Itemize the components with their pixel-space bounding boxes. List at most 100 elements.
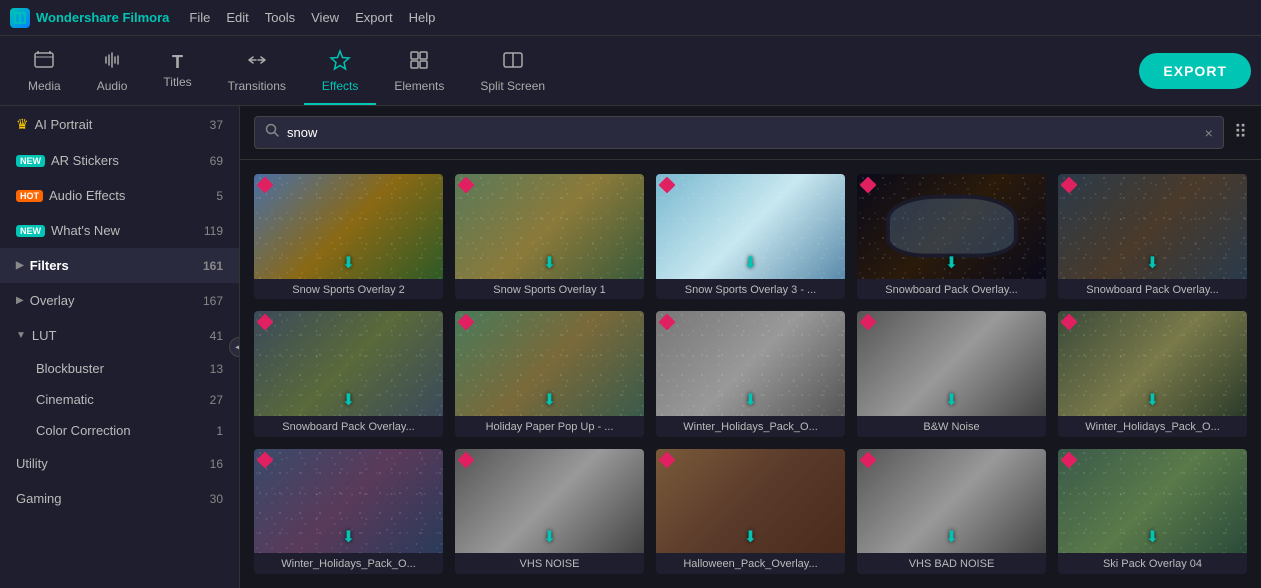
effect-name-e7: Holiday Paper Pop Up - ... xyxy=(455,416,644,437)
sidebar-item-ar-stickers[interactable]: NEW AR Stickers 69 xyxy=(0,143,239,178)
sidebar-item-lut[interactable]: ▼ LUT 41 xyxy=(0,318,239,353)
effect-thumb-e2: ⬇ xyxy=(455,174,644,279)
effect-card-e1[interactable]: ⬇ Snow Sports Overlay 2 xyxy=(254,174,443,299)
download-icon-e13: ⬇ xyxy=(744,527,757,547)
effect-name-e3: Snow Sports Overlay 3 - ... xyxy=(656,279,845,300)
search-clear-icon[interactable]: × xyxy=(1205,125,1213,141)
effect-name-e15: Ski Pack Overlay 04 xyxy=(1058,553,1247,574)
search-icon xyxy=(265,123,279,142)
menu-edit[interactable]: Edit xyxy=(226,10,248,25)
menu-file[interactable]: File xyxy=(189,10,210,25)
effect-thumb-e9: ⬇ xyxy=(857,311,1046,416)
effect-thumb-e14: ⬇ xyxy=(857,449,1046,554)
elements-icon xyxy=(408,49,430,75)
effect-card-e12[interactable]: ⬇ VHS NOISE xyxy=(455,449,644,574)
sidebar-sub-item-blockbuster[interactable]: Blockbuster 13 xyxy=(0,353,239,384)
effect-card-e14[interactable]: ⬇ VHS BAD NOISE xyxy=(857,449,1046,574)
menu-view[interactable]: View xyxy=(311,10,339,25)
toolbar: Media Audio T Titles Transitions Effects… xyxy=(0,36,1261,106)
effect-card-e9[interactable]: ⬇ B&W Noise xyxy=(857,311,1046,436)
download-icon-e10: ⬇ xyxy=(1146,390,1159,410)
sidebar-whats-new-count: 119 xyxy=(204,224,223,238)
toolbar-media[interactable]: Media xyxy=(10,36,79,105)
effect-card-e8[interactable]: ⬇ Winter_Holidays_Pack_O... xyxy=(656,311,845,436)
new-badge-whats-new: NEW xyxy=(16,225,45,237)
crown-icon: ♛ xyxy=(16,116,29,133)
effect-thumb-e5: ⬇ xyxy=(1058,174,1247,279)
sidebar-item-audio-effects[interactable]: HOT Audio Effects 5 xyxy=(0,178,239,213)
sidebar-filters-count: 161 xyxy=(203,259,223,273)
effects-icon xyxy=(329,49,351,75)
download-icon-e8: ⬇ xyxy=(744,390,757,410)
effect-thumb-e15: ⬇ xyxy=(1058,449,1247,554)
effect-card-e10[interactable]: ⬇ Winter_Holidays_Pack_O... xyxy=(1058,311,1247,436)
toolbar-audio[interactable]: Audio xyxy=(79,36,146,105)
search-bar: × ⠿ xyxy=(240,106,1261,160)
toolbar-audio-label: Audio xyxy=(97,79,128,93)
menu-help[interactable]: Help xyxy=(409,10,436,25)
transitions-icon xyxy=(246,49,268,75)
toolbar-effects[interactable]: Effects xyxy=(304,36,376,105)
effect-card-e4[interactable]: ⬇ Snowboard Pack Overlay... xyxy=(857,174,1046,299)
download-icon-e12: ⬇ xyxy=(543,527,556,547)
effect-thumb-e1: ⬇ xyxy=(254,174,443,279)
sidebar-item-filters[interactable]: ▶ Filters 161 xyxy=(0,248,239,283)
sidebar-item-whats-new[interactable]: NEW What's New 119 xyxy=(0,213,239,248)
premium-badge-e13 xyxy=(659,451,676,468)
app-logo-icon xyxy=(10,8,30,28)
sidebar-item-utility[interactable]: Utility 16 xyxy=(0,446,239,481)
sidebar-utility-count: 16 xyxy=(210,457,223,471)
expand-filters-icon: ▶ xyxy=(16,260,24,271)
search-input[interactable] xyxy=(287,125,1197,140)
toolbar-transitions-label: Transitions xyxy=(228,79,286,93)
download-icon-e15: ⬇ xyxy=(1146,527,1159,547)
app-logo: Wondershare Filmora xyxy=(10,8,169,28)
effect-card-e7[interactable]: ⬇ Holiday Paper Pop Up - ... xyxy=(455,311,644,436)
effect-name-e13: Halloween_Pack_Overlay... xyxy=(656,553,845,574)
toolbar-transitions[interactable]: Transitions xyxy=(210,36,304,105)
sidebar-item-ai-portrait[interactable]: ♛ AI Portrait 37 xyxy=(0,106,239,143)
sidebar: ♛ AI Portrait 37 NEW AR Stickers 69 HOT … xyxy=(0,106,240,588)
effect-card-e11[interactable]: ⬇ Winter_Holidays_Pack_O... xyxy=(254,449,443,574)
sidebar-item-gaming[interactable]: Gaming 30 xyxy=(0,481,239,516)
download-icon-e1: ⬇ xyxy=(342,253,355,273)
effect-card-e15[interactable]: ⬇ Ski Pack Overlay 04 xyxy=(1058,449,1247,574)
expand-lut-icon: ▼ xyxy=(16,330,26,341)
effect-name-e10: Winter_Holidays_Pack_O... xyxy=(1058,416,1247,437)
effect-card-e13[interactable]: ⬇ Halloween_Pack_Overlay... xyxy=(656,449,845,574)
split-screen-icon xyxy=(502,49,524,75)
toolbar-elements[interactable]: Elements xyxy=(376,36,462,105)
toolbar-split-screen[interactable]: Split Screen xyxy=(462,36,563,105)
sidebar-lut-count: 41 xyxy=(210,329,223,343)
sidebar-audio-effects-count: 5 xyxy=(216,189,223,203)
effect-thumb-e4: ⬇ xyxy=(857,174,1046,279)
menu-tools[interactable]: Tools xyxy=(265,10,295,25)
grid-toggle-icon[interactable]: ⠿ xyxy=(1234,122,1247,143)
menu-export[interactable]: Export xyxy=(355,10,393,25)
sidebar-overlay-label: Overlay xyxy=(30,293,203,308)
sidebar-gaming-count: 30 xyxy=(210,492,223,506)
sidebar-ai-portrait-count: 37 xyxy=(210,118,223,132)
search-input-wrapper[interactable]: × xyxy=(254,116,1224,149)
media-icon xyxy=(33,49,55,75)
toolbar-titles-label: Titles xyxy=(163,75,191,89)
download-icon-e7: ⬇ xyxy=(543,390,556,410)
sidebar-item-overlay[interactable]: ▶ Overlay 167 xyxy=(0,283,239,318)
effect-card-e3[interactable]: ⬇ Snow Sports Overlay 3 - ... xyxy=(656,174,845,299)
sidebar-sub-item-color-correction[interactable]: Color Correction 1 xyxy=(0,415,239,446)
sidebar-blockbuster-count: 13 xyxy=(210,362,223,376)
sidebar-blockbuster-label: Blockbuster xyxy=(36,361,210,376)
sidebar-sub-item-cinematic[interactable]: Cinematic 27 xyxy=(0,384,239,415)
effect-thumb-e12: ⬇ xyxy=(455,449,644,554)
effect-card-e2[interactable]: ⬇ Snow Sports Overlay 1 xyxy=(455,174,644,299)
sidebar-overlay-count: 167 xyxy=(203,294,223,308)
effect-card-e5[interactable]: ⬇ Snowboard Pack Overlay... xyxy=(1058,174,1247,299)
export-button[interactable]: EXPORT xyxy=(1139,53,1251,89)
download-icon-e9: ⬇ xyxy=(945,390,958,410)
effect-name-e6: Snowboard Pack Overlay... xyxy=(254,416,443,437)
effect-name-e12: VHS NOISE xyxy=(455,553,644,574)
effect-card-e6[interactable]: ⬇ Snowboard Pack Overlay... xyxy=(254,311,443,436)
toolbar-titles[interactable]: T Titles xyxy=(145,36,209,105)
main-area: ♛ AI Portrait 37 NEW AR Stickers 69 HOT … xyxy=(0,106,1261,588)
effect-thumb-e6: ⬇ xyxy=(254,311,443,416)
